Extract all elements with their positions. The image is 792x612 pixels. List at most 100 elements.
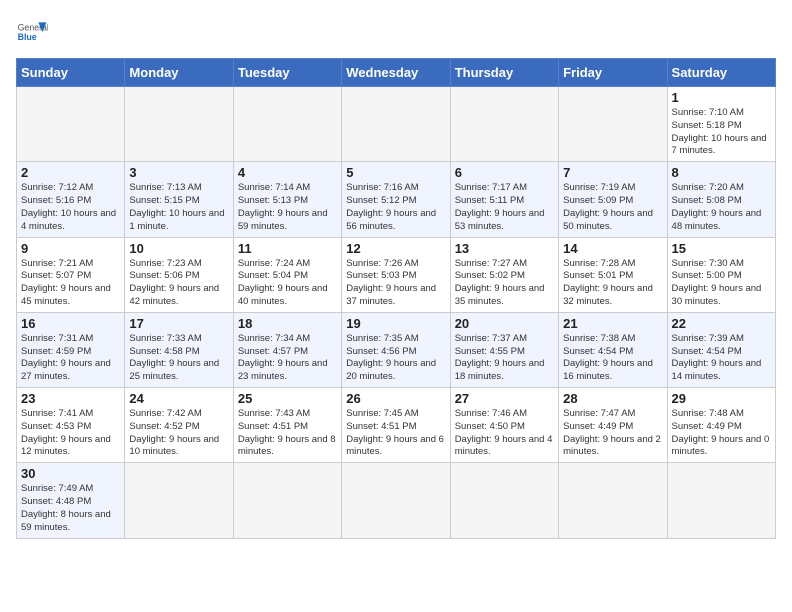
day-info: Sunrise: 7:13 AM Sunset: 5:15 PM Dayligh…: [129, 182, 228, 233]
calendar-day-cell: 29 Sunrise: 7:48 AM Sunset: 4:49 PM Dayli…: [667, 388, 775, 463]
calendar-day-cell: [233, 463, 341, 538]
day-number: 11: [238, 241, 337, 256]
calendar-day-cell: 6Sunrise: 7:17 AM Sunset: 5:11 PM Daylig…: [450, 162, 558, 237]
day-info: Sunrise: 7:35 AM Sunset: 4:56 PM Dayligh…: [346, 333, 445, 384]
calendar-day-cell: 3 Sunrise: 7:13 AM Sunset: 5:15 PM Daylig…: [125, 162, 233, 237]
calendar-day-cell: 28Sunrise: 7:47 AM Sunset: 4:49 PM Dayli…: [559, 388, 667, 463]
day-number: 14: [563, 241, 662, 256]
calendar-day-cell: 27 Sunrise: 7:46 AM Sunset: 4:50 PM Dayli…: [450, 388, 558, 463]
weekday-header: Sunday: [17, 59, 125, 87]
calendar-day-cell: [125, 87, 233, 162]
calendar-week-row: 23 Sunrise: 7:41 AM Sunset: 4:53 PM Dayli…: [17, 388, 776, 463]
day-number: 1: [672, 90, 771, 105]
calendar-day-cell: [17, 87, 125, 162]
calendar-day-cell: 15Sunrise: 7:30 AM Sunset: 5:00 PM Dayli…: [667, 237, 775, 312]
day-number: 13: [455, 241, 554, 256]
calendar-day-cell: 7 Sunrise: 7:19 AM Sunset: 5:09 PM Daylig…: [559, 162, 667, 237]
weekday-header: Wednesday: [342, 59, 450, 87]
day-number: 24: [129, 391, 228, 406]
day-info: Sunrise: 7:10 AM Sunset: 5:18 PM Dayligh…: [672, 107, 771, 158]
calendar-day-cell: 8 Sunrise: 7:20 AM Sunset: 5:08 PM Daylig…: [667, 162, 775, 237]
day-info: Sunrise: 7:16 AM Sunset: 5:12 PM Dayligh…: [346, 182, 445, 233]
day-number: 9: [21, 241, 120, 256]
calendar-day-cell: [450, 87, 558, 162]
calendar-day-cell: 1 Sunrise: 7:10 AM Sunset: 5:18 PM Daylig…: [667, 87, 775, 162]
day-number: 30: [21, 466, 120, 481]
day-number: 2: [21, 165, 120, 180]
calendar-day-cell: 20Sunrise: 7:37 AM Sunset: 4:55 PM Dayli…: [450, 312, 558, 387]
weekday-header: Friday: [559, 59, 667, 87]
day-number: 21: [563, 316, 662, 331]
day-info: Sunrise: 7:14 AM Sunset: 5:13 PM Dayligh…: [238, 182, 337, 233]
calendar-day-cell: 26Sunrise: 7:45 AM Sunset: 4:51 PM Dayli…: [342, 388, 450, 463]
day-info: Sunrise: 7:19 AM Sunset: 5:09 PM Dayligh…: [563, 182, 662, 233]
day-info: Sunrise: 7:12 AM Sunset: 5:16 PM Dayligh…: [21, 182, 120, 233]
day-info: Sunrise: 7:38 AM Sunset: 4:54 PM Dayligh…: [563, 333, 662, 384]
calendar-day-cell: [667, 463, 775, 538]
calendar-header-row: SundayMondayTuesdayWednesdayThursdayFrid…: [17, 59, 776, 87]
day-number: 19: [346, 316, 445, 331]
day-info: Sunrise: 7:33 AM Sunset: 4:58 PM Dayligh…: [129, 333, 228, 384]
day-number: 5: [346, 165, 445, 180]
day-info: Sunrise: 7:24 AM Sunset: 5:04 PM Dayligh…: [238, 258, 337, 309]
day-info: Sunrise: 7:47 AM Sunset: 4:49 PM Dayligh…: [563, 408, 662, 459]
calendar-week-row: 16Sunrise: 7:31 AM Sunset: 4:59 PM Dayli…: [17, 312, 776, 387]
calendar-day-cell: [125, 463, 233, 538]
day-info: Sunrise: 7:39 AM Sunset: 4:54 PM Dayligh…: [672, 333, 771, 384]
day-number: 23: [21, 391, 120, 406]
calendar-table: SundayMondayTuesdayWednesdayThursdayFrid…: [16, 58, 776, 539]
logo: General Blue: [16, 16, 48, 48]
day-info: Sunrise: 7:20 AM Sunset: 5:08 PM Dayligh…: [672, 182, 771, 233]
generalblue-logo-icon: General Blue: [16, 16, 48, 48]
day-info: Sunrise: 7:46 AM Sunset: 4:50 PM Dayligh…: [455, 408, 554, 459]
calendar-day-cell: 17Sunrise: 7:33 AM Sunset: 4:58 PM Dayli…: [125, 312, 233, 387]
calendar-day-cell: 23 Sunrise: 7:41 AM Sunset: 4:53 PM Dayli…: [17, 388, 125, 463]
weekday-header: Monday: [125, 59, 233, 87]
day-info: Sunrise: 7:49 AM Sunset: 4:48 PM Dayligh…: [21, 483, 120, 534]
day-number: 18: [238, 316, 337, 331]
day-info: Sunrise: 7:42 AM Sunset: 4:52 PM Dayligh…: [129, 408, 228, 459]
calendar-day-cell: [559, 87, 667, 162]
calendar-week-row: 2 Sunrise: 7:12 AM Sunset: 5:16 PM Daylig…: [17, 162, 776, 237]
calendar-day-cell: 16Sunrise: 7:31 AM Sunset: 4:59 PM Dayli…: [17, 312, 125, 387]
day-number: 22: [672, 316, 771, 331]
day-number: 7: [563, 165, 662, 180]
calendar-day-cell: 11 Sunrise: 7:24 AM Sunset: 5:04 PM Dayli…: [233, 237, 341, 312]
day-info: Sunrise: 7:30 AM Sunset: 5:00 PM Dayligh…: [672, 258, 771, 309]
day-number: 3: [129, 165, 228, 180]
calendar-day-cell: 10Sunrise: 7:23 AM Sunset: 5:06 PM Dayli…: [125, 237, 233, 312]
calendar-day-cell: 24 Sunrise: 7:42 AM Sunset: 4:52 PM Dayli…: [125, 388, 233, 463]
day-info: Sunrise: 7:43 AM Sunset: 4:51 PM Dayligh…: [238, 408, 337, 459]
weekday-header: Thursday: [450, 59, 558, 87]
day-info: Sunrise: 7:17 AM Sunset: 5:11 PM Dayligh…: [455, 182, 554, 233]
day-number: 8: [672, 165, 771, 180]
calendar-day-cell: [559, 463, 667, 538]
calendar-day-cell: 14 Sunrise: 7:28 AM Sunset: 5:01 PM Dayli…: [559, 237, 667, 312]
day-info: Sunrise: 7:27 AM Sunset: 5:02 PM Dayligh…: [455, 258, 554, 309]
calendar-week-row: 30 Sunrise: 7:49 AM Sunset: 4:48 PM Dayli…: [17, 463, 776, 538]
calendar-day-cell: [233, 87, 341, 162]
calendar-day-cell: 5 Sunrise: 7:16 AM Sunset: 5:12 PM Daylig…: [342, 162, 450, 237]
day-number: 16: [21, 316, 120, 331]
day-info: Sunrise: 7:21 AM Sunset: 5:07 PM Dayligh…: [21, 258, 120, 309]
weekday-header: Tuesday: [233, 59, 341, 87]
day-info: Sunrise: 7:41 AM Sunset: 4:53 PM Dayligh…: [21, 408, 120, 459]
day-number: 12: [346, 241, 445, 256]
calendar-day-cell: [342, 463, 450, 538]
day-info: Sunrise: 7:45 AM Sunset: 4:51 PM Dayligh…: [346, 408, 445, 459]
day-info: Sunrise: 7:48 AM Sunset: 4:49 PM Dayligh…: [672, 408, 771, 459]
svg-text:Blue: Blue: [18, 32, 37, 42]
day-number: 27: [455, 391, 554, 406]
day-info: Sunrise: 7:28 AM Sunset: 5:01 PM Dayligh…: [563, 258, 662, 309]
calendar-day-cell: [342, 87, 450, 162]
weekday-header: Saturday: [667, 59, 775, 87]
calendar-day-cell: 9 Sunrise: 7:21 AM Sunset: 5:07 PM Daylig…: [17, 237, 125, 312]
calendar-day-cell: 30 Sunrise: 7:49 AM Sunset: 4:48 PM Dayli…: [17, 463, 125, 538]
calendar-week-row: 1 Sunrise: 7:10 AM Sunset: 5:18 PM Daylig…: [17, 87, 776, 162]
day-number: 29: [672, 391, 771, 406]
calendar-day-cell: 21 Sunrise: 7:38 AM Sunset: 4:54 PM Dayli…: [559, 312, 667, 387]
calendar-day-cell: 12Sunrise: 7:26 AM Sunset: 5:03 PM Dayli…: [342, 237, 450, 312]
calendar-day-cell: 4Sunrise: 7:14 AM Sunset: 5:13 PM Daylig…: [233, 162, 341, 237]
calendar-week-row: 9 Sunrise: 7:21 AM Sunset: 5:07 PM Daylig…: [17, 237, 776, 312]
calendar-day-cell: 19 Sunrise: 7:35 AM Sunset: 4:56 PM Dayli…: [342, 312, 450, 387]
